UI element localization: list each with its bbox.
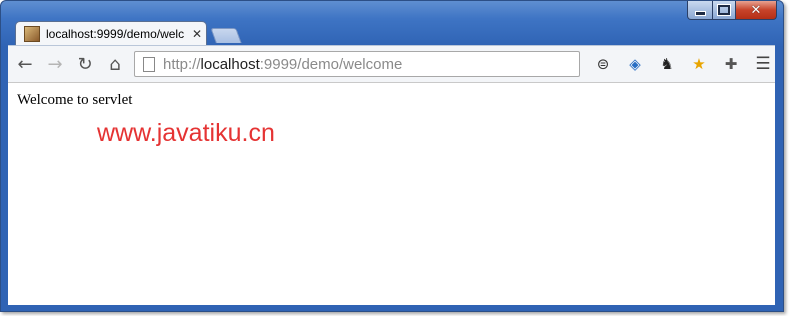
back-arrow-icon: ← xyxy=(17,53,33,75)
new-tab-button[interactable] xyxy=(210,28,242,43)
watermark-text: www.javatiku.cn xyxy=(97,119,275,147)
reload-icon: ↻ xyxy=(77,53,93,75)
body-text: Welcome to servlet xyxy=(17,92,133,108)
browser-window: ✕ localhost:9999/demo/welc ✕ ← → ↻ ⌂ htt… xyxy=(0,0,784,312)
minimize-button[interactable] xyxy=(687,1,713,20)
maximize-button[interactable] xyxy=(713,1,736,20)
forward-arrow-icon: → xyxy=(47,53,63,75)
home-icon: ⌂ xyxy=(109,53,121,75)
address-bar[interactable]: http://localhost:9999/demo/welcome xyxy=(134,51,580,77)
star-extension-icon[interactable]: ★ xyxy=(688,53,710,75)
tab-active[interactable]: localhost:9999/demo/welc ✕ xyxy=(15,21,207,46)
favicon-icon xyxy=(24,26,40,42)
extension-2-icon[interactable]: ◈ xyxy=(624,53,646,75)
tab-title: localhost:9999/demo/welc xyxy=(46,27,185,41)
url-host: localhost xyxy=(200,55,260,73)
close-icon: ✕ xyxy=(750,2,762,18)
home-button[interactable]: ⌂ xyxy=(102,51,128,77)
window-controls: ✕ xyxy=(687,1,777,20)
forward-button[interactable]: → xyxy=(42,51,68,77)
menu-icon: ☰ xyxy=(755,54,771,74)
page-icon xyxy=(143,56,155,72)
page-content: Welcome to servlet www.javatiku.cn xyxy=(8,82,775,305)
reload-button[interactable]: ↻ xyxy=(72,51,98,77)
puzzle-extension-icon[interactable]: ✚ xyxy=(720,53,742,75)
extension-3-icon[interactable]: ♞ xyxy=(656,53,678,75)
extension-1-icon[interactable]: ⊜ xyxy=(592,53,614,75)
minimize-icon xyxy=(694,10,706,16)
menu-button[interactable]: ☰ xyxy=(752,54,774,74)
back-button[interactable]: ← xyxy=(12,51,38,77)
maximize-icon xyxy=(717,4,731,16)
tab-close-icon[interactable]: ✕ xyxy=(188,27,206,41)
url-scheme: http:// xyxy=(163,55,201,73)
toolbar: ← → ↻ ⌂ http://localhost:9999/demo/welco… xyxy=(8,45,775,82)
close-window-button[interactable]: ✕ xyxy=(736,1,777,20)
url-path: :9999/demo/welcome xyxy=(259,55,403,73)
